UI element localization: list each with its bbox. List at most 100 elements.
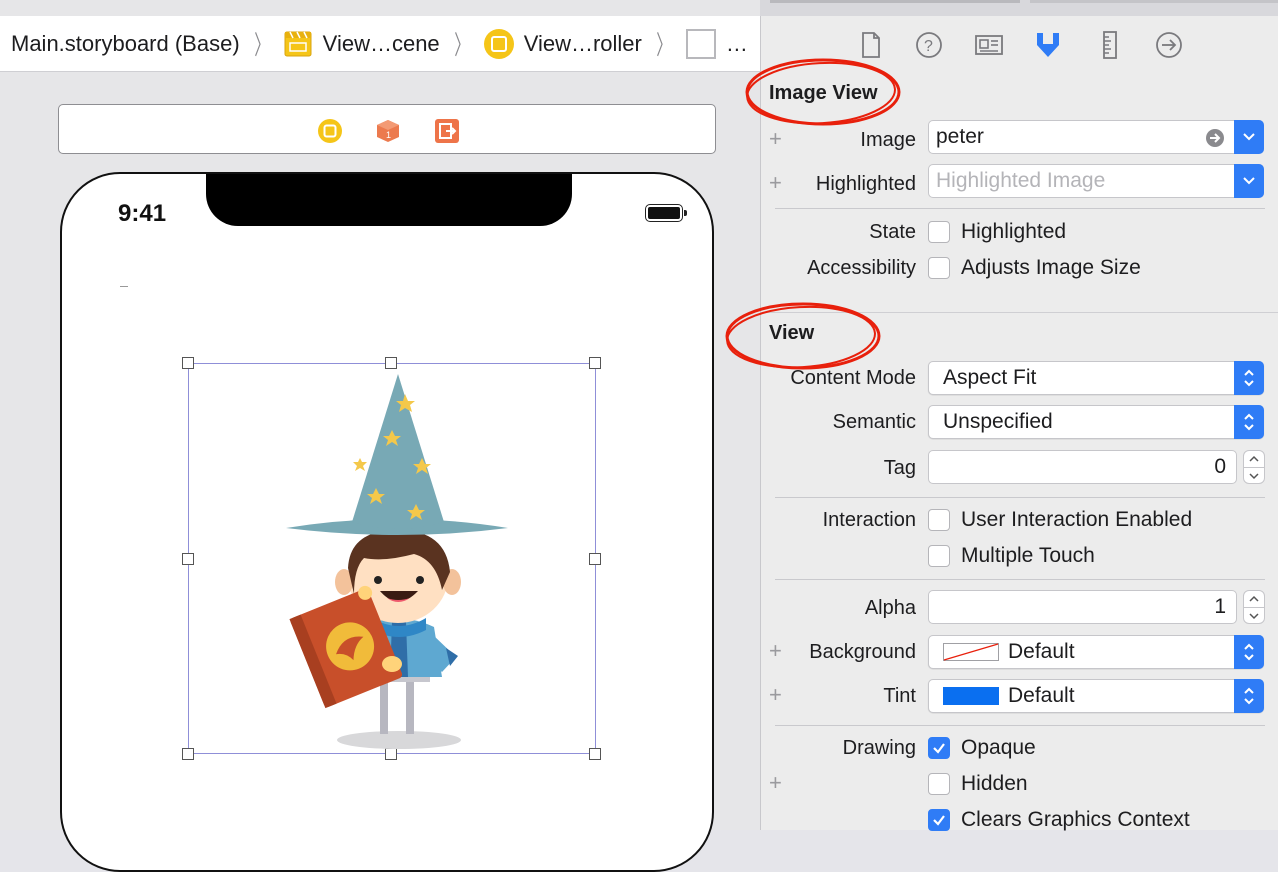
highlighted-state-option: Highlighted bbox=[961, 220, 1067, 243]
background-label: Background bbox=[809, 641, 916, 663]
clears-graphics-context-option: Clears Graphics Context bbox=[961, 808, 1190, 831]
section-divider bbox=[761, 312, 1278, 313]
add-variation-highlighted-button[interactable]: + bbox=[769, 170, 782, 196]
tint-label: Tint bbox=[883, 685, 916, 707]
size-icon[interactable] bbox=[1095, 30, 1125, 60]
attributes-inspector: ? Image View + Image peter + Highlighted… bbox=[725, 16, 1278, 831]
breadcrumb-storyboard[interactable]: Main.storyboard (Base) bbox=[11, 31, 240, 57]
alpha-label: Alpha bbox=[864, 597, 916, 619]
scene-icon bbox=[284, 30, 312, 58]
tint-value: Default bbox=[1008, 684, 1075, 707]
inspector-tab-bar: ? bbox=[761, 16, 1278, 74]
up-down-chevron-icon bbox=[1234, 361, 1264, 395]
tag-value: 0 bbox=[1214, 455, 1226, 478]
up-down-chevron-icon bbox=[1234, 635, 1264, 669]
jump-bar: Main.storyboard (Base) 〉 View…cene 〉 Vie… bbox=[0, 16, 760, 72]
tint-color-popup[interactable]: Default bbox=[928, 679, 1264, 713]
exit-icon[interactable] bbox=[434, 118, 460, 144]
section-header-image-view: Image View bbox=[769, 82, 878, 104]
content-mode-label: Content Mode bbox=[790, 367, 916, 389]
adjusts-image-size-option: Adjusts Image Size bbox=[961, 256, 1141, 279]
image-combo-field[interactable]: peter bbox=[928, 120, 1264, 154]
breadcrumb-separator: 〉 bbox=[656, 30, 672, 60]
multiple-touch-option: Multiple Touch bbox=[961, 544, 1095, 567]
connections-icon[interactable] bbox=[1154, 30, 1184, 60]
resize-handle-top[interactable] bbox=[385, 357, 397, 369]
breadcrumb-view[interactable]: … bbox=[685, 28, 748, 59]
user-interaction-checkbox[interactable] bbox=[928, 509, 950, 531]
opaque-option: Opaque bbox=[961, 736, 1036, 759]
semantic-label: Semantic bbox=[832, 411, 916, 433]
adjusts-image-size-checkbox[interactable] bbox=[928, 257, 950, 279]
state-label: State bbox=[869, 221, 916, 243]
tag-field[interactable]: 0 bbox=[928, 450, 1237, 484]
battery-icon bbox=[645, 204, 687, 222]
image-label: Image bbox=[860, 129, 916, 151]
help-icon[interactable]: ? bbox=[914, 30, 944, 60]
resize-handle-bottom-left[interactable] bbox=[182, 748, 194, 760]
resize-handle-left[interactable] bbox=[182, 553, 194, 565]
breadcrumb-separator: 〉 bbox=[253, 30, 270, 60]
multiple-touch-checkbox[interactable] bbox=[928, 545, 950, 567]
tag-label: Tag bbox=[883, 457, 916, 479]
file-icon[interactable] bbox=[855, 30, 885, 60]
highlighted-image-field[interactable]: Highlighted Image bbox=[928, 164, 1264, 198]
divider bbox=[775, 208, 1265, 209]
up-down-chevron-icon bbox=[1234, 405, 1264, 439]
image-value: peter bbox=[936, 125, 984, 148]
resize-handle-top-left[interactable] bbox=[182, 357, 194, 369]
background-value: Default bbox=[1008, 640, 1075, 663]
svg-text:1: 1 bbox=[386, 130, 391, 140]
scene-dock: 1 bbox=[58, 104, 716, 154]
default-color-swatch-icon bbox=[943, 643, 999, 661]
go-to-image-icon[interactable] bbox=[1205, 128, 1225, 154]
add-variation-hidden-button[interactable]: + bbox=[769, 770, 782, 796]
add-variation-image-button[interactable]: + bbox=[769, 126, 782, 152]
divider bbox=[775, 725, 1265, 726]
divider bbox=[775, 497, 1265, 498]
accessibility-label: Accessibility bbox=[807, 257, 916, 279]
background-color-popup[interactable]: Default bbox=[928, 635, 1264, 669]
resize-handle-bottom-right[interactable] bbox=[589, 748, 601, 760]
resize-handle-top-right[interactable] bbox=[589, 357, 601, 369]
interaction-label: Interaction bbox=[822, 509, 916, 531]
image-dropdown-button[interactable] bbox=[1234, 120, 1264, 154]
layout-guide-mark bbox=[120, 286, 128, 287]
breadcrumb-view-controller[interactable]: View…roller bbox=[483, 28, 642, 59]
add-variation-background-button[interactable]: + bbox=[769, 638, 782, 664]
add-variation-tint-button[interactable]: + bbox=[769, 682, 782, 708]
drawing-label: Drawing bbox=[842, 737, 916, 759]
highlighted-image-placeholder: Highlighted Image bbox=[936, 169, 1106, 192]
tag-stepper[interactable] bbox=[1243, 450, 1265, 484]
opaque-checkbox[interactable] bbox=[928, 737, 950, 759]
highlighted-dropdown-button[interactable] bbox=[1234, 164, 1264, 198]
breadcrumb-scene[interactable]: View…cene bbox=[284, 30, 440, 58]
alpha-field[interactable]: 1 bbox=[928, 590, 1237, 624]
hidden-option: Hidden bbox=[961, 772, 1028, 795]
breadcrumb-separator: 〉 bbox=[453, 30, 470, 60]
semantic-popup[interactable]: Unspecified bbox=[928, 405, 1264, 439]
hidden-checkbox[interactable] bbox=[928, 773, 950, 795]
status-bar-time: 9:41 bbox=[118, 200, 167, 227]
storyboard-editor[interactable]: Main.storyboard (Base) 〉 View…cene 〉 Vie… bbox=[0, 0, 760, 872]
first-responder-icon[interactable]: 1 bbox=[375, 118, 401, 144]
clears-graphics-context-checkbox[interactable] bbox=[928, 809, 950, 831]
wizard-character-image bbox=[286, 374, 508, 749]
user-interaction-option: User Interaction Enabled bbox=[961, 508, 1193, 531]
tint-color-swatch-icon bbox=[943, 687, 999, 705]
section-header-view: View bbox=[769, 322, 815, 344]
semantic-value: Unspecified bbox=[943, 410, 1053, 433]
resize-handle-right[interactable] bbox=[589, 553, 601, 565]
up-down-chevron-icon bbox=[1234, 679, 1264, 713]
identity-icon[interactable] bbox=[974, 30, 1004, 60]
device-notch bbox=[206, 174, 572, 226]
highlighted-state-checkbox[interactable] bbox=[928, 221, 950, 243]
view-controller-dock-icon[interactable] bbox=[317, 118, 343, 144]
alpha-value: 1 bbox=[1214, 595, 1226, 618]
attributes-icon[interactable] bbox=[1033, 30, 1063, 60]
view-icon bbox=[685, 28, 716, 59]
divider bbox=[775, 579, 1265, 580]
view-controller-icon bbox=[483, 28, 514, 59]
content-mode-popup[interactable]: Aspect Fit bbox=[928, 361, 1264, 395]
alpha-stepper[interactable] bbox=[1243, 590, 1265, 624]
